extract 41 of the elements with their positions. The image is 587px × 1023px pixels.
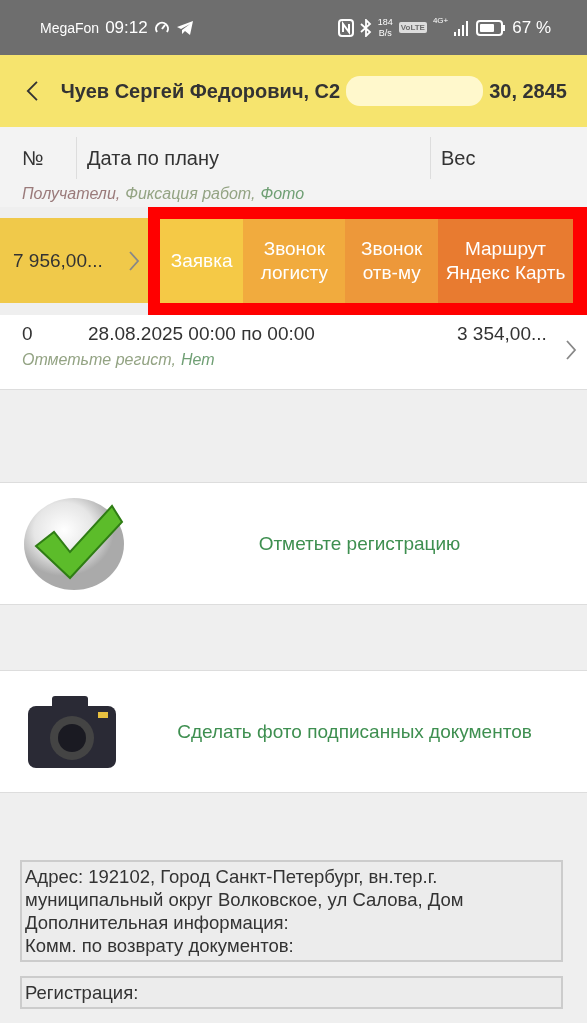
nfc-icon	[337, 18, 354, 37]
page-title-end: 30, 2845	[489, 79, 567, 103]
chevron-icon[interactable]	[128, 249, 140, 272]
carrier-name: MegaFon	[40, 19, 100, 36]
info-text: Комм. по возврату документов:	[25, 934, 295, 957]
chevron-icon[interactable]	[565, 339, 577, 361]
info-text: Адрес: 192102, Город Санкт-Петербург, вн.тер.г. муниципальный округ Волковское, ул Салова, Дом	[25, 865, 465, 911]
column-header: Дата по плану	[77, 137, 431, 179]
swipe-action-button[interactable]: Звонок логисту	[243, 218, 346, 303]
table-cell-text: 3 354,00...	[457, 323, 548, 345]
back-icon[interactable]	[26, 79, 39, 103]
status-link[interactable]: Нет	[180, 351, 215, 368]
recipients-link[interactable]: Фото	[260, 185, 305, 202]
action-card[interactable]: Отметьте регистрацию	[0, 482, 587, 605]
paper-plane-icon	[175, 19, 194, 36]
battery-level: 67 %	[512, 17, 551, 38]
column-header: №	[0, 137, 77, 179]
status-link[interactable]: Отметьте регист,	[22, 351, 176, 368]
table-cell-text: 0	[22, 323, 34, 345]
table-cell-text: 28.08.2025 00:00 по 00:00	[88, 323, 316, 345]
battery-icon	[476, 19, 507, 36]
recipients-link[interactable]: Фиксация работ,	[125, 185, 256, 202]
weight-value: 7 956,00...	[13, 249, 103, 272]
column-header: Вес	[440, 145, 477, 171]
speed-unit: B/s	[378, 27, 392, 39]
swipe-action-button[interactable]: Заявка	[160, 218, 244, 303]
info-text: Дополнительная информация:	[25, 911, 290, 934]
speed-value: 184	[377, 16, 393, 28]
volte-badge: VoLTE	[398, 22, 427, 33]
swipe-action-button[interactable]: Звонок отв-му	[345, 218, 438, 303]
bluetooth-icon	[359, 18, 372, 37]
action-label: Отметьте регистрацию	[257, 532, 462, 555]
network-type: 4G+	[432, 16, 449, 25]
recipients-link[interactable]: Получатели,	[22, 185, 121, 202]
page-title: Чуев Сергей Федорович, С2	[60, 79, 341, 103]
swipe-action-button[interactable]: Маршрут Яндекс Карть	[438, 218, 573, 303]
signal-icon	[454, 18, 471, 37]
action-label: Сделать фото подписанных документов	[176, 720, 533, 743]
clock: 09:12	[105, 17, 148, 38]
info-text: Регистрация:	[25, 981, 140, 1004]
action-card[interactable]: Сделать фото подписанных документов	[0, 670, 587, 793]
